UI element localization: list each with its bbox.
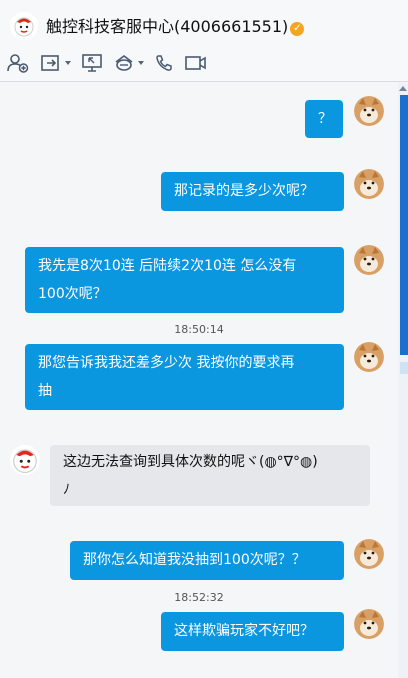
contact-avatar[interactable] bbox=[10, 12, 38, 40]
scroll-up-arrow-icon[interactable] bbox=[399, 86, 407, 91]
contact-name[interactable]: 触控科技客服中心(4006661551) ✓ bbox=[46, 13, 305, 37]
message-bubble[interactable]: 那你怎么知道我没抽到100次呢？？ bbox=[70, 541, 344, 580]
avatar[interactable] bbox=[354, 539, 384, 569]
message-bubble[interactable]: 我先是8次10连 后陆续2次10连 怎么没有 100次呢？ bbox=[25, 247, 344, 313]
toolbar bbox=[6, 50, 218, 76]
scrollbar-marker bbox=[400, 362, 408, 374]
message-bubble-incoming[interactable]: 这边无法查询到具体次数的呢ヾ(◍°∇°◍) ﾉ bbox=[50, 445, 370, 506]
message-text-line: 抽 bbox=[38, 383, 52, 399]
avatar[interactable] bbox=[354, 609, 384, 639]
app-bag-icon bbox=[115, 55, 133, 71]
add-contact-icon bbox=[7, 54, 29, 73]
phone-call-icon bbox=[156, 55, 172, 71]
message-bubble[interactable]: ？ bbox=[305, 100, 343, 138]
shiba-avatar-icon bbox=[354, 609, 384, 639]
message-text-line: 那您告诉我我还差多少次 我按你的要求再 bbox=[38, 355, 295, 371]
phone-call-button[interactable] bbox=[154, 50, 174, 76]
contact-name-text: 触控科技客服中心(4006661551) bbox=[46, 17, 289, 36]
message-timestamp: 18:52:32 bbox=[174, 591, 224, 604]
service-mascot-icon bbox=[13, 449, 37, 474]
message-text: 这样欺骗玩家不好吧？ bbox=[174, 623, 314, 639]
shiba-avatar-icon bbox=[354, 245, 384, 275]
add-contact-button[interactable] bbox=[6, 50, 30, 76]
message-bubble[interactable]: 那您告诉我我还差多少次 我按你的要求再 抽 bbox=[25, 344, 344, 410]
chevron-down-icon bbox=[138, 61, 144, 65]
message-text-line: 这边无法查询到具体次数的呢ヾ(◍°∇°◍) bbox=[63, 454, 318, 470]
share-screen-icon bbox=[41, 55, 59, 71]
message-text-line: 100次呢？ bbox=[38, 286, 107, 302]
scrollbar-thumb[interactable] bbox=[400, 95, 408, 355]
message-timestamp: 18:50:14 bbox=[174, 323, 224, 336]
service-mascot-icon bbox=[14, 17, 34, 37]
message-list: ？ 那记录的是多少次呢？ 我先是8次10连 后陆续2次10连 怎么没有 100次… bbox=[0, 83, 398, 678]
avatar[interactable] bbox=[354, 96, 384, 126]
remote-assist-button[interactable] bbox=[81, 50, 103, 76]
avatar[interactable] bbox=[354, 169, 384, 199]
avatar[interactable] bbox=[354, 342, 384, 372]
verified-badge-icon: ✓ bbox=[290, 22, 305, 36]
shiba-avatar-icon bbox=[354, 539, 384, 569]
remote-assist-icon bbox=[82, 54, 102, 72]
app-bag-button[interactable] bbox=[113, 50, 144, 76]
message-bubble[interactable]: 这样欺骗玩家不好吧？ bbox=[161, 612, 344, 651]
shiba-avatar-icon bbox=[354, 342, 384, 372]
service-avatar[interactable] bbox=[10, 445, 40, 475]
message-text-line: 我先是8次10连 后陆续2次10连 怎么没有 bbox=[38, 258, 297, 274]
video-call-icon bbox=[185, 56, 206, 70]
message-text: ？ bbox=[318, 111, 332, 127]
message-text-line: ﾉ bbox=[63, 482, 70, 498]
chat-header: 触控科技客服中心(4006661551) ✓ bbox=[0, 0, 408, 82]
message-text: 那记录的是多少次呢？ bbox=[174, 183, 314, 199]
shiba-avatar-icon bbox=[354, 96, 384, 126]
message-text: 那你怎么知道我没抽到100次呢？？ bbox=[83, 552, 306, 568]
chevron-down-icon bbox=[65, 61, 71, 65]
avatar[interactable] bbox=[354, 245, 384, 275]
video-call-button[interactable] bbox=[184, 50, 208, 76]
share-screen-button[interactable] bbox=[40, 50, 71, 76]
shiba-avatar-icon bbox=[354, 169, 384, 199]
message-bubble[interactable]: 那记录的是多少次呢？ bbox=[161, 172, 344, 211]
